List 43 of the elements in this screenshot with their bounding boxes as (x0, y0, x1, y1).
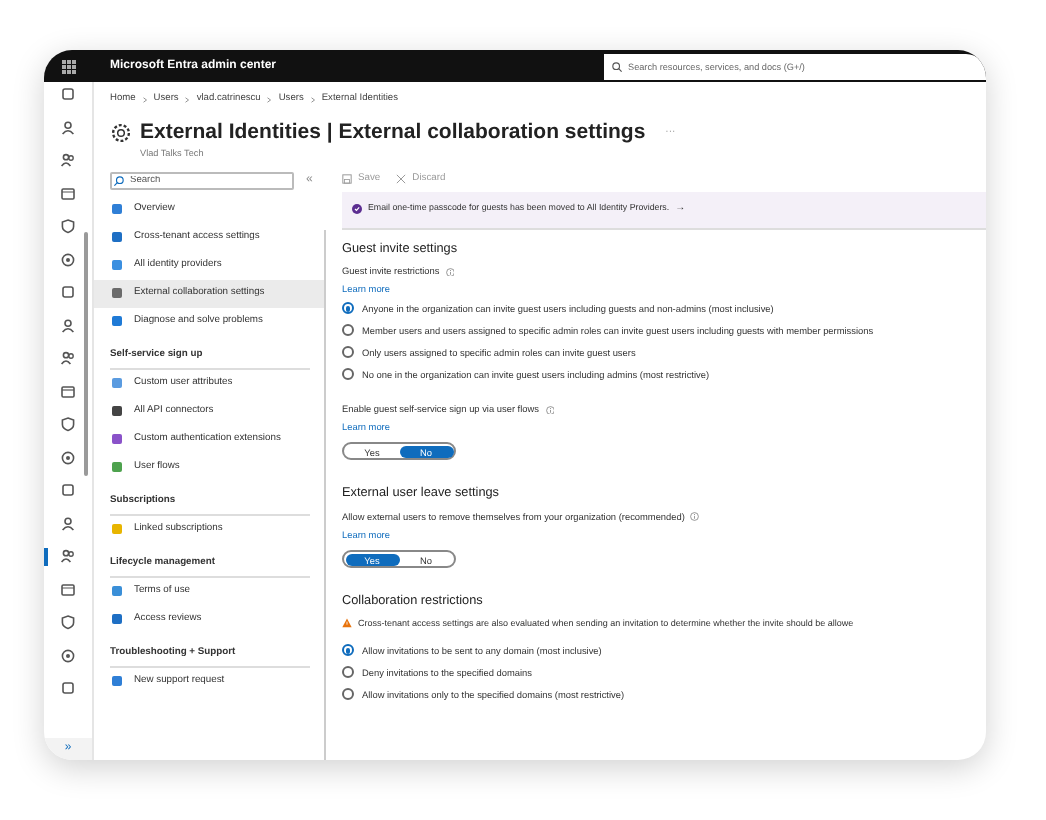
radio-button[interactable] (342, 644, 354, 657)
square-icon[interactable] (60, 680, 76, 696)
person-icon[interactable] (60, 317, 76, 333)
gear-icon (110, 122, 132, 145)
chevron-icon (266, 96, 273, 104)
menu-icon[interactable] (62, 59, 76, 73)
floppy-disk-icon (342, 174, 352, 185)
window-icon[interactable] (60, 383, 76, 399)
page-title: External Identities | External collaboration settings (140, 118, 646, 148)
warning-icon (342, 618, 352, 629)
window-icon[interactable] (60, 581, 76, 597)
search-icon (612, 61, 622, 71)
search-icon (114, 175, 124, 186)
square-icon[interactable] (60, 86, 76, 102)
window-icon[interactable] (60, 185, 76, 201)
circle-icon[interactable] (60, 449, 76, 465)
scrollbar[interactable] (84, 232, 88, 476)
chevron-icon (141, 96, 148, 104)
info-icon (690, 512, 700, 522)
info-icon (545, 405, 554, 415)
people-icon[interactable] (60, 548, 76, 564)
circle-icon[interactable] (60, 647, 76, 663)
person-icon[interactable] (60, 119, 76, 135)
circle-icon[interactable] (60, 251, 76, 267)
shield-icon[interactable] (60, 218, 76, 234)
shield-icon[interactable] (60, 416, 76, 432)
square-icon[interactable] (60, 482, 76, 498)
radio-button[interactable] (342, 302, 354, 315)
radio-button[interactable] (342, 368, 354, 381)
shield-icon[interactable] (60, 614, 76, 630)
radio-button[interactable] (342, 346, 354, 359)
radio-button[interactable] (342, 666, 354, 679)
person-icon[interactable] (60, 515, 76, 531)
close-icon (396, 174, 407, 185)
people-icon[interactable] (60, 152, 76, 168)
badge-icon (352, 204, 362, 215)
radio-button[interactable] (342, 324, 354, 337)
square-icon[interactable] (60, 284, 76, 300)
radio-button[interactable] (342, 688, 354, 701)
chevron-icon (184, 96, 191, 104)
info-icon (445, 267, 455, 277)
people-icon[interactable] (60, 350, 76, 366)
chevron-icon (309, 96, 316, 104)
